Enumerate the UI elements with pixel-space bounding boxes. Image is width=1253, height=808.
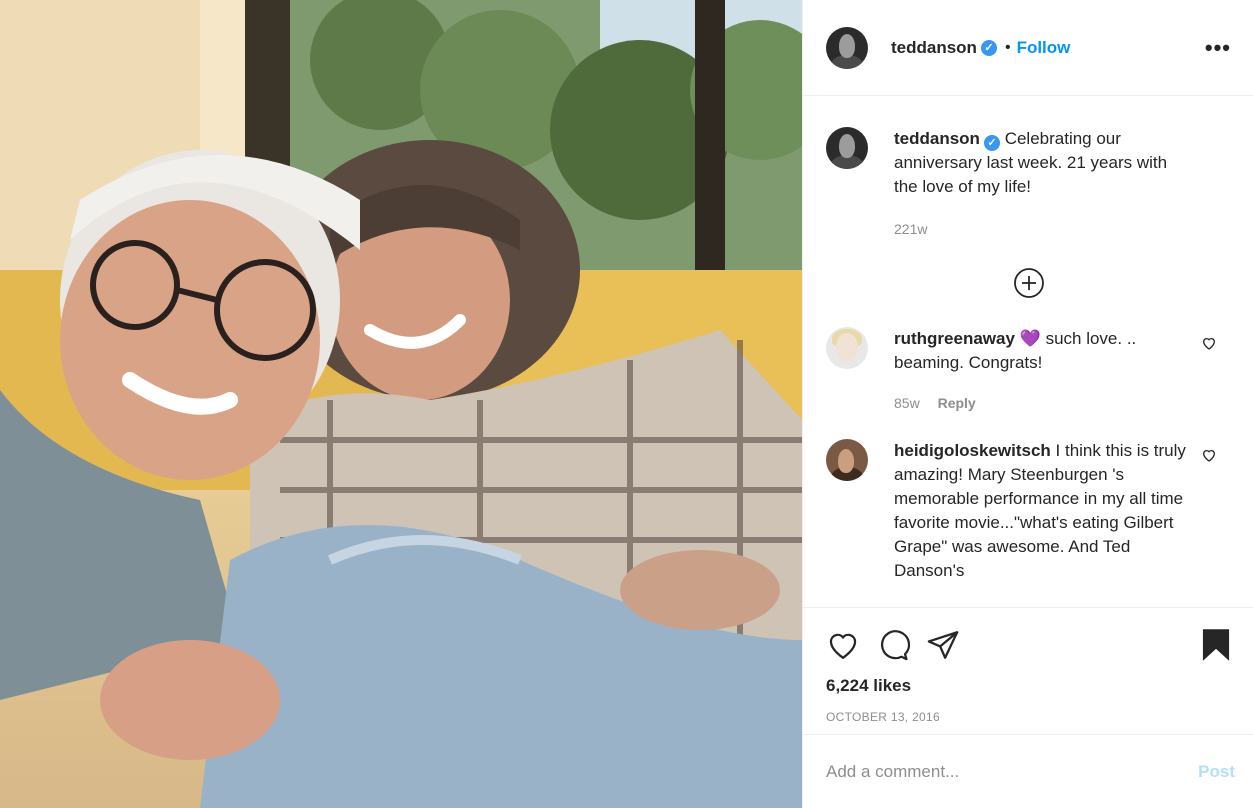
- header-separator: •: [1004, 38, 1011, 56]
- follow-button[interactable]: Follow: [1017, 38, 1071, 58]
- comment-username[interactable]: heidigoloskewitsch: [894, 441, 1051, 460]
- commenter-avatar[interactable]: [826, 439, 868, 481]
- more-options-icon[interactable]: •••: [1205, 36, 1231, 59]
- verified-badge-icon: ✓: [983, 135, 1000, 151]
- photo-illustration: [0, 0, 802, 808]
- reply-button[interactable]: Reply: [938, 395, 976, 411]
- commenter-avatar[interactable]: [826, 327, 868, 369]
- caption-avatar[interactable]: [826, 127, 868, 169]
- comment-item: heidigoloskewitsch I think this is truly…: [826, 439, 1231, 583]
- purple-heart-emoji: 💜: [1019, 329, 1041, 348]
- small-heart-icon[interactable]: [1201, 335, 1217, 351]
- comment-age[interactable]: 85w: [894, 395, 920, 411]
- author-username[interactable]: teddanson: [891, 38, 977, 58]
- comment-text: I think this is truly amazing! Mary Stee…: [894, 441, 1186, 580]
- comment-username[interactable]: ruthgreenaway: [894, 329, 1015, 348]
- plus-circle-icon[interactable]: [1013, 267, 1045, 299]
- post-photo[interactable]: [0, 0, 802, 808]
- caption-username[interactable]: teddanson: [894, 129, 980, 148]
- verified-badge-icon: ✓: [980, 39, 997, 56]
- like-count[interactable]: 6,224 likes: [826, 676, 1231, 696]
- comment-composer: Post: [803, 734, 1253, 808]
- author-avatar[interactable]: [826, 26, 868, 69]
- comments-list[interactable]: teddanson ✓ Celebrating our anniversary l…: [803, 97, 1253, 607]
- comment-item: ruthgreenaway 💜 such love. .. beaming. C…: [826, 327, 1231, 415]
- bookmark-filled-icon[interactable]: [1201, 628, 1231, 662]
- post-header: teddanson ✓ • Follow •••: [803, 0, 1253, 96]
- post-actions: 6,224 likes OCTOBER 13, 2016: [803, 607, 1253, 724]
- post-comment-button[interactable]: Post: [1198, 762, 1235, 782]
- comment-input[interactable]: [826, 761, 1199, 782]
- caption-age[interactable]: 221w: [894, 221, 927, 237]
- comment-bubble-icon[interactable]: [876, 628, 910, 662]
- post-sidebar: teddanson ✓ • Follow ••• teddanson ✓ Cele…: [802, 0, 1253, 808]
- post-date: OCTOBER 13, 2016: [826, 710, 940, 724]
- heart-icon[interactable]: [826, 628, 860, 662]
- load-more-comments[interactable]: [826, 267, 1231, 301]
- paper-plane-icon[interactable]: [926, 628, 960, 662]
- small-heart-icon[interactable]: [1201, 447, 1217, 463]
- caption-comment: teddanson ✓ Celebrating our anniversary l…: [826, 127, 1231, 241]
